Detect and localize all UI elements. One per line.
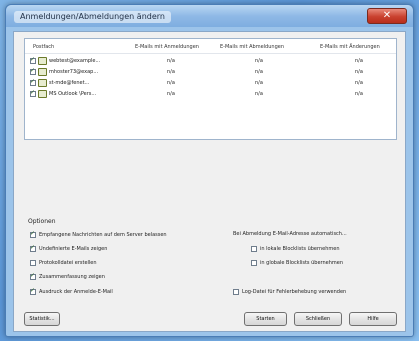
option-checkbox[interactable]: [30, 287, 36, 295]
title-bar[interactable]: Anmeldungen/Abmeldungen ändern ✕: [6, 5, 413, 27]
signups-value: n/a: [167, 69, 175, 75]
mailbox-icon: [38, 68, 47, 76]
option-label: in lokale Blocklists übernehmen: [260, 246, 340, 252]
option-label: Log-Datei für Fehlerbehebung verwenden: [242, 289, 347, 295]
column-header-unsubscribes[interactable]: E-Mails mit Abmeldungen: [220, 44, 284, 50]
option-checkbox[interactable]: [30, 230, 36, 238]
list-header: Postfach E-Mails mit Anmeldungen E-Mails…: [25, 42, 396, 54]
unsubscribe-auto-label: Bei Abmeldung E-Mail-Adresse automatisch…: [233, 231, 347, 237]
options-section-label: Optionen: [28, 218, 56, 225]
option-label: Empfangene Nachrichten auf dem Server be…: [39, 232, 167, 238]
list-item[interactable]: MS Outlook \Pers... n/a n/a n/a: [25, 89, 396, 99]
option-checkbox[interactable]: [233, 289, 239, 295]
close-button[interactable]: ✕: [367, 8, 407, 24]
signups-value: n/a: [167, 91, 175, 97]
dialog-window: Anmeldungen/Abmeldungen ändern ✕ Postfac…: [5, 4, 414, 337]
window-title: Anmeldungen/Abmeldungen ändern: [14, 11, 171, 23]
row-checkbox[interactable]: [30, 56, 36, 64]
option-label: Protokolldatei erstellen: [39, 260, 97, 266]
option-label: in globale Blocklists übernehmen: [260, 260, 344, 266]
column-header-changes[interactable]: E-Mails mit Änderungen: [320, 44, 380, 50]
mailbox-icon: [38, 57, 47, 65]
start-button[interactable]: Starten: [244, 312, 287, 326]
unsubscribes-value: n/a: [255, 91, 263, 97]
column-header-signups[interactable]: E-Mails mit Anmeldungen: [135, 44, 199, 50]
changes-value: n/a: [355, 69, 363, 75]
option-label: Ausdruck der Anmelde-E-Mail: [39, 289, 113, 295]
list-item[interactable]: webtest@example... n/a n/a n/a: [25, 56, 396, 66]
signups-value: n/a: [167, 58, 175, 64]
list-item[interactable]: st-mde@fenet... n/a n/a n/a: [25, 78, 396, 88]
close-dialog-button[interactable]: Schließen: [294, 312, 342, 326]
statistics-button[interactable]: Statistik...: [24, 312, 60, 326]
help-button[interactable]: Hilfe: [349, 312, 397, 326]
mailbox-icon: [38, 79, 47, 87]
option-checkbox[interactable]: [251, 260, 257, 266]
account-name: st-mde@fenet...: [49, 80, 90, 86]
list-item[interactable]: mhoster73@exap... n/a n/a n/a: [25, 67, 396, 77]
option-label: Zusammenfassung zeigen: [39, 274, 105, 280]
unsubscribes-value: n/a: [255, 58, 263, 64]
signups-value: n/a: [167, 80, 175, 86]
mailbox-list[interactable]: Postfach E-Mails mit Anmeldungen E-Mails…: [24, 38, 397, 140]
account-name: webtest@example...: [49, 58, 101, 64]
unsubscribes-value: n/a: [255, 80, 263, 86]
option-checkbox[interactable]: [30, 244, 36, 252]
account-name: MS Outlook \Pers...: [49, 91, 97, 97]
changes-value: n/a: [355, 58, 363, 64]
mailbox-icon: [38, 90, 47, 98]
account-name: mhoster73@exap...: [49, 69, 99, 75]
option-checkbox[interactable]: [251, 246, 257, 252]
row-checkbox[interactable]: [30, 78, 36, 86]
dialog-client-area: Postfach E-Mails mit Anmeldungen E-Mails…: [13, 31, 406, 332]
unsubscribes-value: n/a: [255, 69, 263, 75]
row-checkbox[interactable]: [30, 89, 36, 97]
option-checkbox[interactable]: [30, 260, 36, 266]
changes-value: n/a: [355, 91, 363, 97]
row-checkbox[interactable]: [30, 67, 36, 75]
option-checkbox[interactable]: [30, 272, 36, 280]
changes-value: n/a: [355, 80, 363, 86]
column-header-mailbox[interactable]: Postfach: [33, 44, 54, 50]
option-label: Undefinierte E-Mails zeigen: [39, 246, 108, 252]
